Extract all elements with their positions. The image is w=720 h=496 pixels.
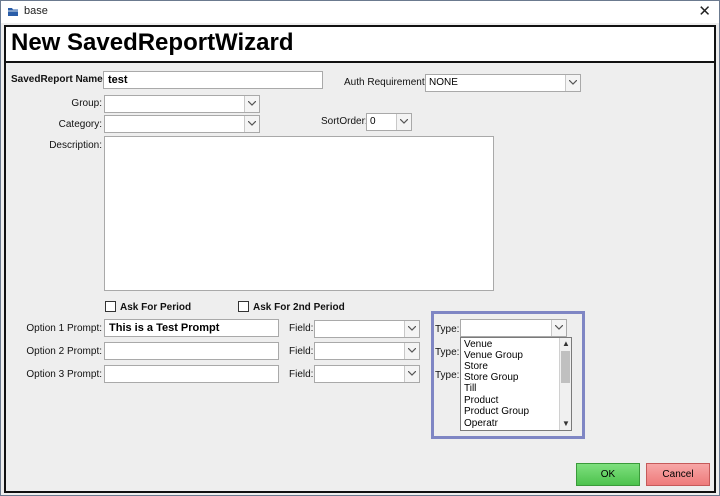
wizard-header: New SavedReportWizard — [6, 27, 714, 63]
chevron-down-icon[interactable] — [404, 366, 419, 382]
folder-icon — [8, 8, 18, 16]
close-icon[interactable]: ✕ — [698, 3, 711, 20]
cancel-button[interactable]: Cancel — [646, 463, 710, 486]
chevron-down-icon[interactable] — [244, 96, 259, 112]
dialog-window: base ✕ New SavedReportWizard SavedReport… — [0, 0, 720, 496]
category-select[interactable] — [104, 115, 260, 133]
description-label: Description: — [49, 140, 102, 151]
ok-button[interactable]: OK — [576, 463, 640, 486]
scroll-down-icon[interactable]: ▼ — [562, 420, 570, 428]
window-title: base — [24, 5, 48, 17]
option-1-prompt-label: Option 1 Prompt: — [26, 323, 102, 334]
group-label: Group: — [71, 98, 102, 109]
option-3-prompt-label: Option 3 Prompt: — [26, 369, 102, 380]
chevron-down-icon[interactable] — [565, 75, 580, 91]
dropdown-option-till[interactable]: Till — [464, 383, 476, 394]
auth-requirement-value: NONE — [429, 77, 458, 88]
dropdown-option-store[interactable]: Store — [464, 361, 488, 372]
wizard-panel: New SavedReportWizard SavedReport Name: … — [4, 25, 716, 493]
option-2-field-label: Field: — [289, 346, 314, 357]
sort-order-value: 0 — [370, 116, 376, 127]
scroll-up-icon[interactable]: ▲ — [562, 340, 570, 348]
option-3-field-label: Field: — [289, 369, 314, 380]
ask-for-2nd-period-label: Ask For 2nd Period — [253, 302, 345, 313]
chevron-down-icon[interactable] — [404, 343, 419, 359]
auth-requirement-select[interactable]: NONE — [425, 74, 581, 92]
option-3-prompt-input[interactable] — [104, 365, 279, 383]
option-2-prompt-label: Option 2 Prompt: — [26, 346, 102, 357]
saved-report-name-label: SavedReport Name: — [11, 74, 107, 85]
dropdown-option-store-group[interactable]: Store Group — [464, 372, 518, 383]
option-1-field-select[interactable] — [314, 320, 420, 338]
chevron-down-icon[interactable] — [244, 116, 259, 132]
description-textarea[interactable] — [104, 136, 494, 291]
chevron-down-icon[interactable] — [404, 321, 419, 337]
saved-report-name-input[interactable]: test — [103, 71, 323, 89]
ask-for-period-label: Ask For Period — [120, 302, 192, 313]
dropdown-option-venue-group[interactable]: Venue Group — [464, 350, 523, 361]
type-dropdown-list[interactable]: Venue Venue Group Store Store Group Till… — [460, 337, 572, 431]
option-3-field-select[interactable] — [314, 365, 420, 383]
ask-for-2nd-period-checkbox[interactable] — [238, 301, 249, 312]
ask-for-period-checkbox[interactable] — [105, 301, 116, 312]
option-1-field-label: Field: — [289, 323, 314, 334]
auth-requirement-label: Auth Requirement: — [344, 77, 428, 88]
dropdown-option-venue[interactable]: Venue — [464, 339, 492, 350]
sort-order-label: SortOrder: — [321, 116, 368, 127]
option-3-type-label: Type: — [435, 370, 460, 381]
chevron-down-icon[interactable] — [551, 320, 566, 336]
chevron-down-icon[interactable] — [396, 114, 411, 130]
category-label: Category: — [58, 119, 102, 130]
option-1-type-label: Type: — [435, 324, 460, 335]
dropdown-option-product[interactable]: Product — [464, 395, 498, 406]
option-2-prompt-input[interactable] — [104, 342, 279, 360]
option-1-type-select[interactable] — [460, 319, 567, 337]
dropdown-option-operatr[interactable]: Operatr — [464, 418, 498, 429]
option-1-prompt-input[interactable]: This is a Test Prompt — [104, 319, 279, 337]
dropdown-scrollbar[interactable]: ▲ ▼ — [559, 338, 571, 430]
option-2-field-select[interactable] — [314, 342, 420, 360]
option-2-type-label: Type: — [435, 347, 460, 358]
page-title: New SavedReportWizard — [11, 29, 294, 56]
dropdown-option-product-group[interactable]: Product Group — [464, 406, 529, 417]
title-bar[interactable]: base ✕ — [1, 1, 719, 23]
sort-order-select[interactable]: 0 — [366, 113, 412, 131]
group-select[interactable] — [104, 95, 260, 113]
scrollbar-thumb[interactable] — [561, 351, 570, 383]
